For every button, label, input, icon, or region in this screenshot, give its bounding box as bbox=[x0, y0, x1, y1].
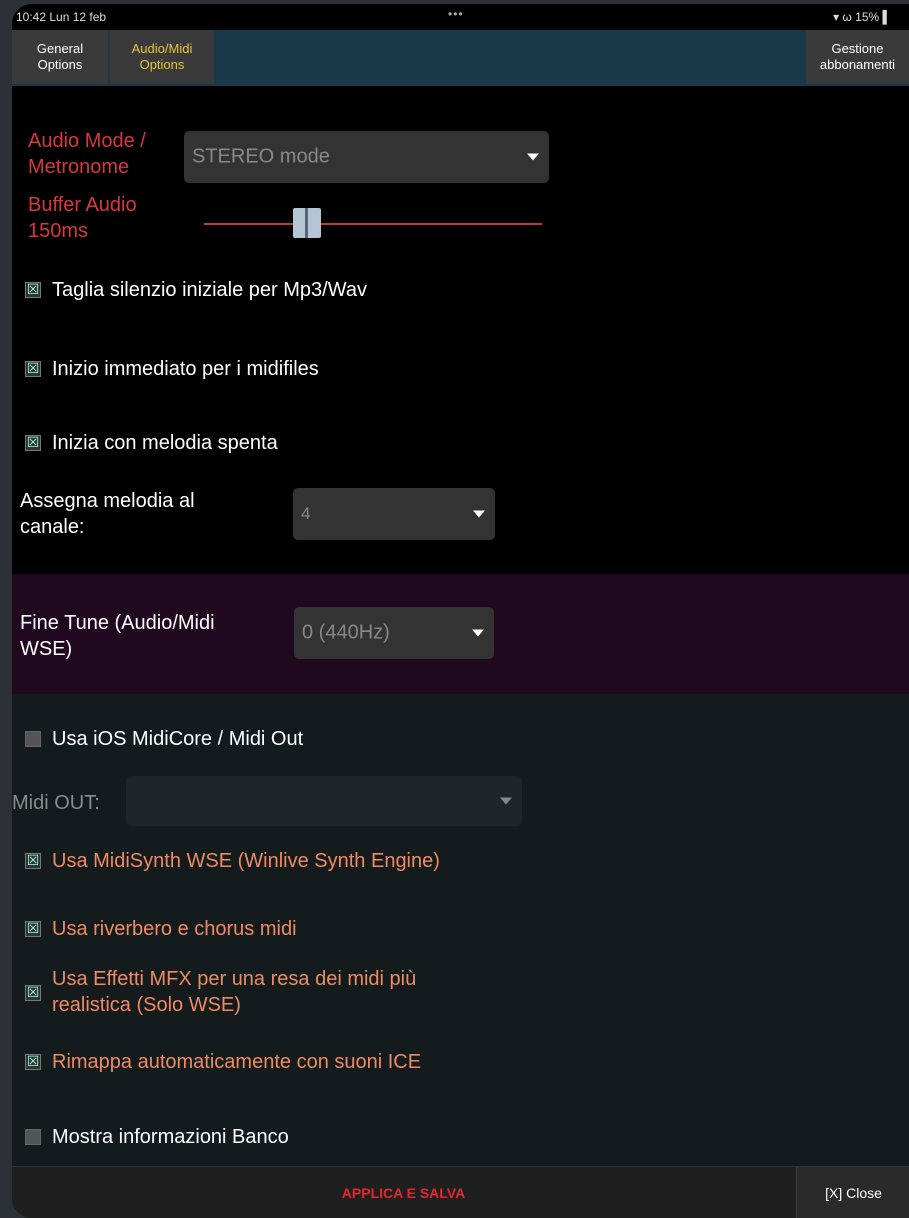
buffer-audio-label: Buffer Audio 150ms bbox=[28, 192, 137, 244]
audio-mode-select[interactable]: STEREO mode bbox=[184, 131, 549, 183]
checkbox-midicore[interactable] bbox=[25, 731, 41, 747]
tab-label-line1: Gestione bbox=[831, 41, 884, 56]
rimappa-label: Rimappa automaticamente con suoni ICE bbox=[52, 1051, 422, 1073]
midisynth-label: Usa MidiSynth WSE (Winlive Synth Engine) bbox=[52, 850, 440, 872]
mfx-label: Usa Effetti MFX per una resa dei midi pi… bbox=[52, 966, 416, 1018]
label-line: Audio Mode / bbox=[28, 130, 146, 152]
audio-mode-label: Audio Mode / Metronome bbox=[28, 128, 146, 180]
tab-audio-midi-options[interactable]: Audio/Midi Options bbox=[110, 30, 214, 84]
check-mark-icon: ☒ bbox=[26, 360, 40, 376]
riverbero-label: Usa riverbero e chorus midi bbox=[52, 918, 297, 940]
checkbox-mostra-banco[interactable] bbox=[25, 1129, 41, 1145]
status-right-icons: ▾ ω 15% ▌ bbox=[833, 10, 891, 24]
label-line: Usa Effetti MFX per una resa dei midi pi… bbox=[52, 968, 417, 990]
label-line: Buffer Audio bbox=[28, 194, 137, 216]
tab-label-line1: General bbox=[36, 41, 84, 56]
select-value: 0 (440Hz) bbox=[302, 621, 390, 644]
midi-out-label: Midi OUT: bbox=[12, 792, 100, 814]
checkbox-melodia-spenta[interactable]: ☒ bbox=[25, 435, 41, 451]
status-bar: 10:42 Lun 12 feb ••• ▾ ω 15% ▌ bbox=[12, 4, 909, 30]
checkbox-taglia-silenzio[interactable]: ☒ bbox=[25, 282, 41, 298]
settings-panel: Audio Mode / Metronome STEREO mode Buffe… bbox=[12, 86, 909, 1166]
chevron-down-icon bbox=[472, 629, 484, 637]
taglia-silenzio-label: Taglia silenzio iniziale per Mp3/Wav bbox=[52, 279, 367, 301]
close-button[interactable]: [X] Close bbox=[796, 1167, 909, 1218]
chevron-down-icon bbox=[473, 510, 485, 518]
label-line: Metronome bbox=[28, 156, 130, 178]
tab-label-line2: Options bbox=[139, 57, 185, 72]
label-line: 150ms bbox=[28, 220, 89, 242]
label-line: Fine Tune (Audio/Midi bbox=[20, 612, 215, 634]
checkbox-inizio-immediato[interactable]: ☒ bbox=[25, 361, 41, 377]
check-mark-icon: ☒ bbox=[26, 281, 40, 297]
midicore-label: Usa iOS MidiCore / Midi Out bbox=[52, 728, 304, 750]
check-mark-icon: ☒ bbox=[26, 1053, 40, 1069]
tab-label-line1: Audio/Midi bbox=[131, 41, 193, 56]
buffer-audio-slider-track[interactable] bbox=[204, 223, 542, 225]
check-mark-icon: ☒ bbox=[26, 984, 40, 1000]
canale-melodia-select[interactable]: 4 bbox=[293, 488, 495, 540]
checkbox-riverbero[interactable]: ☒ bbox=[25, 921, 41, 937]
check-mark-icon: ☒ bbox=[26, 920, 40, 936]
select-value: STEREO mode bbox=[192, 145, 330, 168]
label-line: WSE) bbox=[20, 638, 73, 660]
tab-bar: General Options Audio/Midi Options Gestion… bbox=[12, 30, 909, 86]
buffer-audio-slider-handle[interactable] bbox=[293, 208, 321, 238]
fine-tune-label: Fine Tune (Audio/Midi WSE) bbox=[20, 610, 215, 662]
check-mark-icon: ☒ bbox=[26, 434, 40, 450]
tab-label-line2: abbonamenti bbox=[819, 57, 896, 72]
tab-gestione-abbonamenti[interactable]: Gestione abbonamenti bbox=[806, 30, 909, 84]
chevron-down-icon bbox=[500, 797, 512, 805]
select-value: 4 bbox=[301, 504, 311, 523]
check-mark-icon: ☒ bbox=[26, 852, 40, 868]
multitask-dots-icon[interactable]: ••• bbox=[448, 7, 464, 21]
label-line: canale: bbox=[20, 516, 85, 538]
inizio-immediato-label: Inizio immediato per i midifiles bbox=[52, 358, 319, 380]
label-line: realistica (Solo WSE) bbox=[52, 994, 241, 1016]
checkbox-mfx[interactable]: ☒ bbox=[25, 985, 41, 1001]
checkbox-rimappa[interactable]: ☒ bbox=[25, 1054, 41, 1070]
mostra-banco-label: Mostra informazioni Banco bbox=[52, 1126, 289, 1148]
assegna-melodia-label: Assegna melodia al canale: bbox=[20, 488, 195, 540]
status-time: 10:42 Lun 12 feb bbox=[16, 10, 107, 24]
tab-label-line2: Options bbox=[37, 57, 83, 72]
checkbox-midisynth[interactable]: ☒ bbox=[25, 853, 41, 869]
tab-general-options[interactable]: General Options bbox=[12, 30, 108, 84]
melodia-spenta-label: Inizia con melodia spenta bbox=[52, 432, 278, 454]
midi-out-select[interactable] bbox=[126, 776, 522, 826]
chevron-down-icon bbox=[527, 153, 539, 161]
applica-e-salva-button[interactable]: APPLICA E SALVA bbox=[12, 1167, 795, 1218]
ipad-screen: 10:42 Lun 12 feb ••• ▾ ω 15% ▌ General Op… bbox=[12, 4, 909, 1218]
label-line: Assegna melodia al bbox=[20, 490, 195, 512]
fine-tune-select[interactable]: 0 (440Hz) bbox=[294, 607, 494, 659]
bottom-bar: APPLICA E SALVA [X] Close bbox=[12, 1166, 909, 1218]
